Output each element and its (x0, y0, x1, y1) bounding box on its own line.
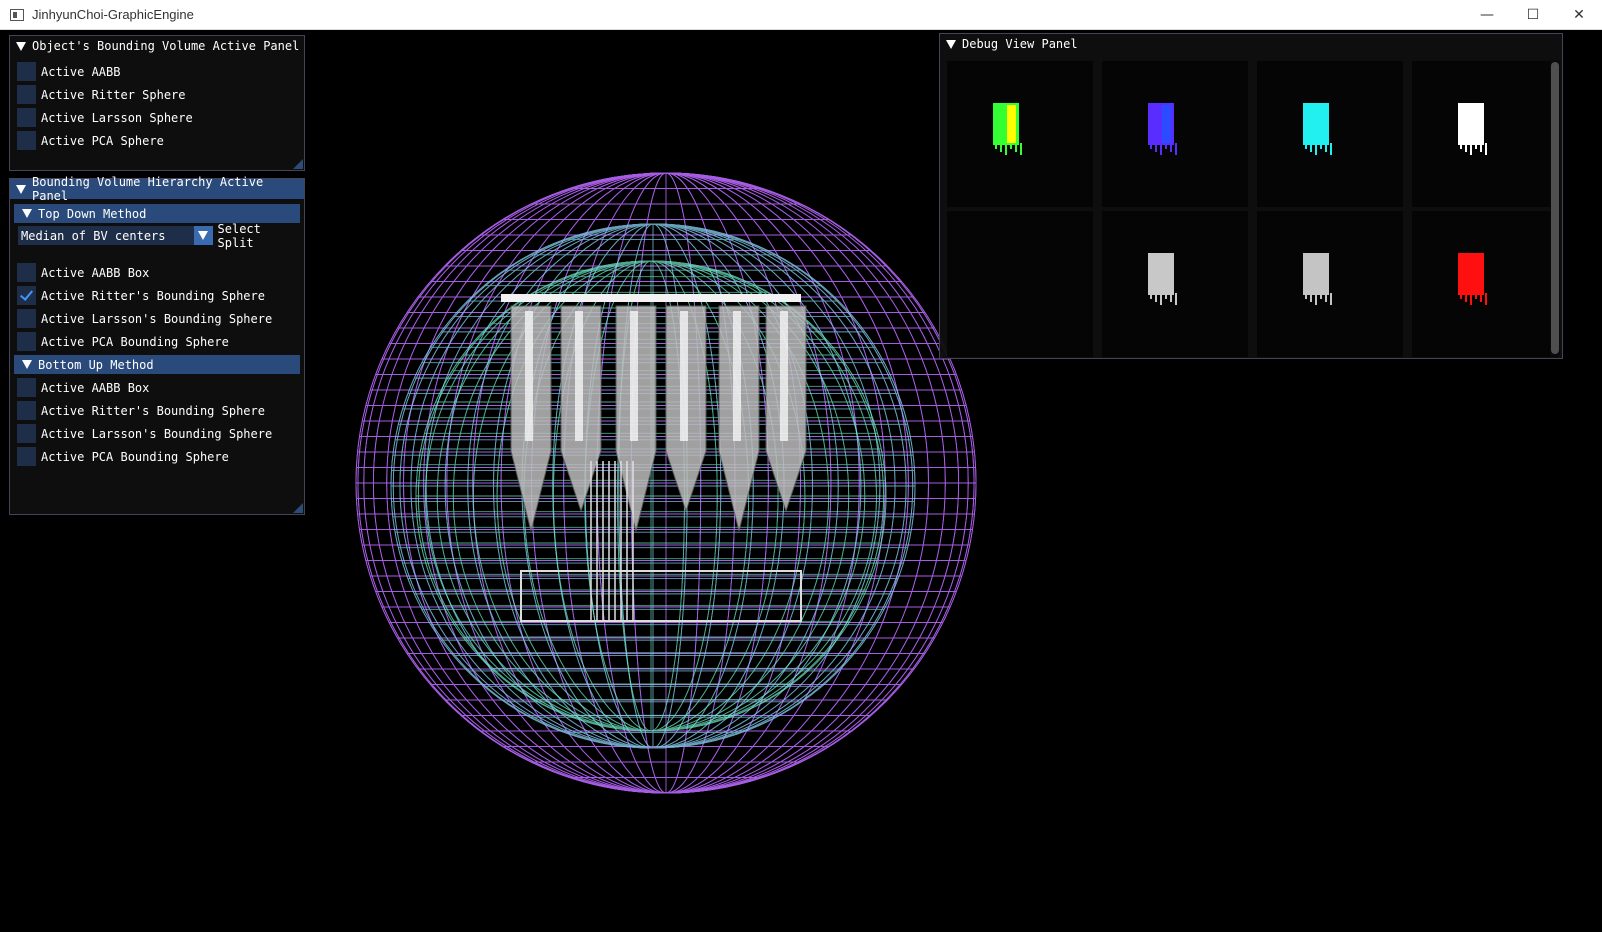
debug-view-panel-title: Debug View Panel (962, 37, 1078, 51)
collapse-arrow-icon[interactable] (946, 39, 956, 49)
bvh-panel-header[interactable]: Bounding Volume Hierarchy Active Panel (10, 175, 304, 203)
checkbox[interactable] (17, 286, 36, 305)
model-silo-highlight (680, 311, 688, 441)
debug-model-thumbnail (1458, 253, 1487, 305)
checkbox-label: Active PCA Sphere (41, 133, 164, 148)
bvh-panel: Bounding Volume Hierarchy Active Panel T… (9, 175, 305, 515)
top-down-items: Active AABB Box Active Ritter's Bounding … (10, 261, 304, 353)
checkbox-label: Active AABB Box (41, 380, 150, 395)
debug-scroll-thumb[interactable] (1551, 62, 1559, 354)
checkbox-label: Active Ritter's Bounding Sphere (41, 288, 265, 303)
checkbox-label: Active PCA Bounding Sphere (41, 449, 229, 464)
checkbox[interactable] (17, 424, 36, 443)
checkbox-row[interactable]: Active Larsson's Bounding Sphere (10, 307, 304, 330)
checkbox[interactable] (17, 447, 36, 466)
debug-view-tile (947, 211, 1093, 357)
debug-view-tile (1412, 61, 1558, 207)
checkbox-row[interactable]: Active AABB Box (10, 261, 304, 284)
model-silo-highlight (733, 311, 741, 441)
collapse-arrow-icon[interactable] (16, 184, 26, 194)
checkbox[interactable] (17, 332, 36, 351)
object-bv-panel-header[interactable]: Object's Bounding Volume Active Panel (10, 36, 304, 56)
checkbox-row[interactable]: Active Ritter's Bounding Sphere (10, 284, 304, 307)
checkbox-row[interactable]: Active PCA Sphere (10, 129, 304, 152)
collapse-arrow-icon[interactable] (22, 209, 32, 218)
render-viewport[interactable]: Object's Bounding Volume Active Panel Ac… (1, 31, 1601, 931)
object-bv-panel-title: Object's Bounding Volume Active Panel (32, 39, 300, 53)
debug-model-thumbnail (1458, 103, 1487, 155)
checkbox-row[interactable]: Active PCA Bounding Sphere (10, 445, 304, 468)
resize-grip-icon[interactable] (293, 159, 303, 169)
checkbox[interactable] (17, 108, 36, 127)
split-method-combo[interactable]: Median of BV centers (18, 226, 213, 245)
checkbox-row[interactable]: Active AABB (10, 60, 304, 83)
app-icon (10, 8, 24, 21)
debug-view-tile (1257, 211, 1403, 357)
checkbox-row[interactable]: Active Larsson Sphere (10, 106, 304, 129)
checkbox-label: Active Larsson's Bounding Sphere (41, 426, 273, 441)
maximize-button[interactable]: ☐ (1510, 0, 1556, 30)
debug-model-thumbnail (1148, 253, 1177, 305)
combo-arrow-icon[interactable] (193, 226, 213, 245)
window-controls: — ☐ ✕ (1464, 0, 1602, 30)
debug-view-tile (1102, 211, 1248, 357)
checkbox-row[interactable]: Active PCA Bounding Sphere (10, 330, 304, 353)
split-method-value: Median of BV centers (21, 228, 166, 243)
checkbox-label: Active Larsson's Bounding Sphere (41, 311, 273, 326)
split-selector-row: Median of BV centers Select Split (10, 222, 304, 250)
checkbox-row[interactable]: Active Ritter Sphere (10, 83, 304, 106)
debug-model-thumbnail (1303, 103, 1332, 155)
checkbox[interactable] (17, 62, 36, 81)
checkbox[interactable] (17, 309, 36, 328)
model-silo-highlight (780, 311, 788, 441)
close-button[interactable]: ✕ (1556, 0, 1602, 30)
object-bv-panel: Object's Bounding Volume Active Panel Ac… (9, 35, 305, 171)
debug-view-tile (947, 61, 1093, 207)
resize-grip-icon[interactable] (293, 503, 303, 513)
minimize-button[interactable]: — (1464, 0, 1510, 30)
debug-model-thumbnail (1303, 253, 1332, 305)
checkbox-row[interactable]: Active Ritter's Bounding Sphere (10, 399, 304, 422)
window-title-bar: JinhyunChoi-GraphicEngine — ☐ ✕ (0, 0, 1602, 30)
checkbox-label: Active Ritter's Bounding Sphere (41, 403, 265, 418)
checkbox[interactable] (17, 263, 36, 282)
checkbox[interactable] (17, 85, 36, 104)
debug-view-tile (1102, 61, 1248, 207)
bottom-up-section-header[interactable]: Bottom Up Method (14, 355, 300, 374)
top-down-title: Top Down Method (38, 206, 147, 221)
checkbox[interactable] (17, 378, 36, 397)
model-silo-highlight (525, 311, 533, 441)
collapse-arrow-icon[interactable] (22, 360, 32, 369)
debug-view-panel: Debug View Panel (939, 33, 1563, 359)
checkbox-label: Active PCA Bounding Sphere (41, 334, 229, 349)
checkbox-label: Active AABB (41, 64, 121, 79)
checkbox[interactable] (17, 131, 36, 150)
debug-view-panel-header[interactable]: Debug View Panel (940, 34, 1562, 54)
window-title: JinhyunChoi-GraphicEngine (32, 7, 194, 22)
debug-model-thumbnail (993, 103, 1022, 155)
bottom-up-title: Bottom Up Method (38, 357, 154, 372)
checkbox-row[interactable]: Active AABB Box (10, 376, 304, 399)
bvh-panel-title: Bounding Volume Hierarchy Active Panel (32, 175, 264, 203)
checkbox-label: Active Larsson Sphere (41, 110, 193, 125)
debug-view-tile (1257, 61, 1403, 207)
bottom-up-items: Active AABB Box Active Ritter's Bounding … (10, 376, 304, 468)
debug-model-thumbnail (1148, 103, 1177, 155)
debug-scrollbar[interactable] (1550, 60, 1560, 356)
collapse-arrow-icon[interactable] (16, 41, 26, 51)
debug-view-tile (1412, 211, 1558, 357)
object-bv-items: Active AABB Active Ritter Sphere Active La… (10, 60, 304, 152)
checkbox-label: Active Ritter Sphere (41, 87, 186, 102)
checkbox[interactable] (17, 401, 36, 420)
model-silo-highlight (575, 311, 583, 441)
split-method-label: Select Split (217, 221, 261, 250)
model-top-frame (501, 294, 801, 302)
model-silo-highlight (630, 311, 638, 441)
checkbox-label: Active AABB Box (41, 265, 150, 280)
top-down-section-header[interactable]: Top Down Method (14, 204, 300, 223)
checkbox-row[interactable]: Active Larsson's Bounding Sphere (10, 422, 304, 445)
